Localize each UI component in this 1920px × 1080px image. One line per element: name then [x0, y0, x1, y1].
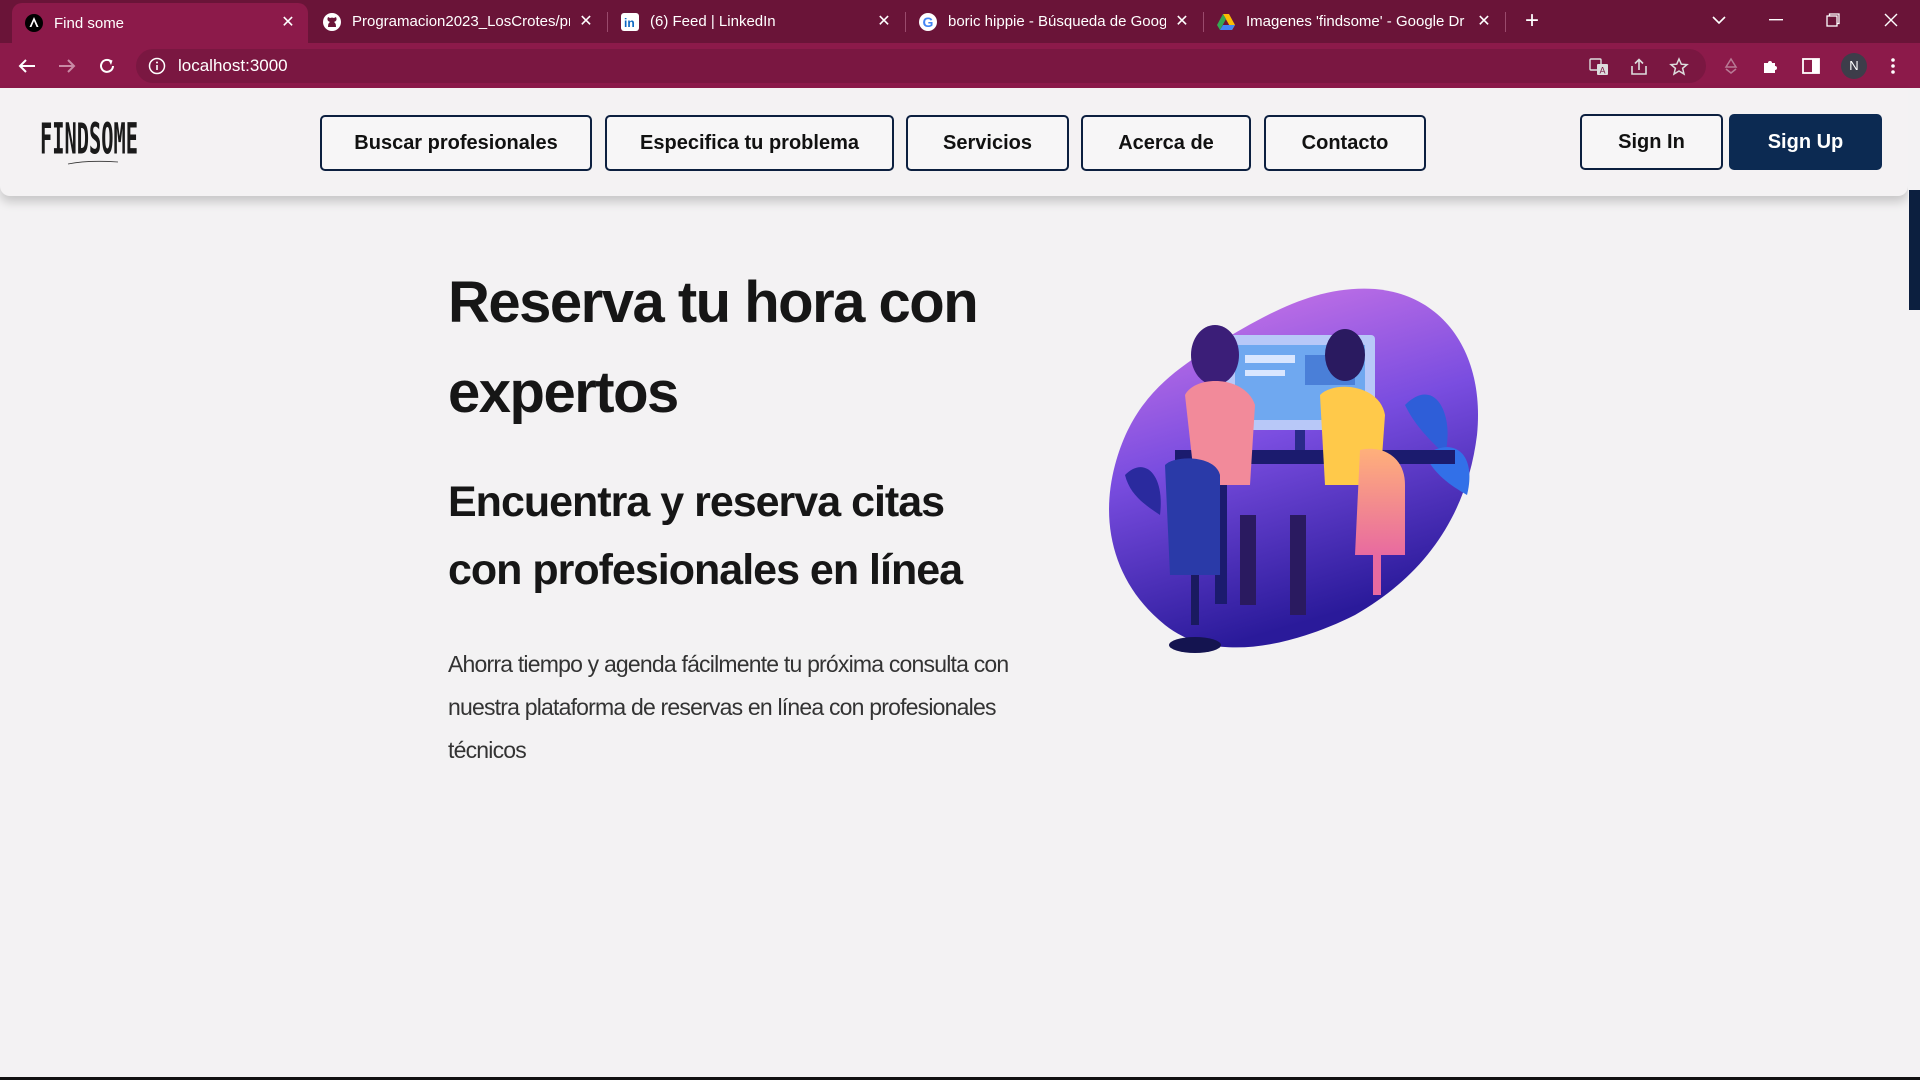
sign-in-button[interactable]: Sign In — [1580, 114, 1723, 170]
tab-search-chevron-icon[interactable] — [1690, 0, 1748, 40]
tab-title: Programacion2023_LosCrotes/pr — [352, 13, 570, 30]
extensions-puzzle-icon[interactable] — [1756, 51, 1786, 81]
close-tab-icon[interactable]: ✕ — [280, 15, 296, 31]
new-tab-button[interactable]: + — [1518, 8, 1546, 36]
site-header: FINDSOME Buscar profesionales Especifica… — [0, 88, 1908, 196]
menu-kebab-icon[interactable] — [1878, 51, 1908, 81]
extension-recycle-icon[interactable] — [1716, 51, 1746, 81]
close-tab-icon[interactable]: ✕ — [876, 13, 892, 30]
scrollbar-thumb[interactable] — [1909, 190, 1920, 310]
sign-up-button[interactable]: Sign Up — [1729, 114, 1882, 170]
side-panel-icon[interactable] — [1796, 51, 1826, 81]
close-tab-icon[interactable]: ✕ — [1174, 13, 1190, 30]
site-info-icon[interactable] — [148, 57, 166, 75]
forward-button[interactable] — [52, 51, 82, 81]
browser-tab-google-search[interactable]: G boric hippie - Búsqueda de Goog ✕ — [906, 0, 1202, 43]
bookmark-star-icon[interactable] — [1668, 56, 1690, 78]
linkedin-icon: in — [620, 12, 640, 32]
nav-servicios[interactable]: Servicios — [906, 115, 1069, 171]
nav-buscar-profesionales[interactable]: Buscar profesionales — [320, 115, 592, 171]
close-tab-icon[interactable]: ✕ — [578, 13, 594, 30]
angular-icon — [24, 13, 44, 33]
hero-illustration — [1105, 285, 1485, 665]
minimize-window-button[interactable] — [1747, 0, 1805, 40]
restore-window-button[interactable] — [1804, 0, 1862, 40]
google-icon: G — [918, 12, 938, 32]
close-window-button[interactable] — [1862, 0, 1920, 40]
tab-title: Imagenes 'findsome' - Google Dr — [1246, 13, 1465, 30]
url-text: localhost:3000 — [178, 56, 288, 75]
browser-tab-google-drive[interactable]: Imagenes 'findsome' - Google Dr ✕ — [1204, 0, 1504, 43]
tab-title: boric hippie - Búsqueda de Goog — [948, 13, 1166, 30]
hero-subtitle: Encuentra y reserva citas con profesiona… — [448, 478, 963, 594]
profile-avatar[interactable]: N — [1841, 53, 1867, 79]
browser-tab-github[interactable]: Programacion2023_LosCrotes/pr ✕ — [310, 0, 606, 43]
hero-title: Reserva tu hora con expertos — [448, 270, 979, 425]
nav-contacto[interactable]: Contacto — [1264, 115, 1426, 171]
tab-separator — [1505, 12, 1506, 32]
browser-tab-strip: Find some ✕ Programacion2023_LosCrotes/p… — [0, 0, 1920, 43]
translate-icon[interactable]: A — [1588, 56, 1610, 78]
svg-text:G: G — [923, 14, 934, 30]
back-button[interactable] — [12, 51, 42, 81]
github-icon — [322, 12, 342, 32]
browser-tab-linkedin[interactable]: in (6) Feed | LinkedIn ✕ — [608, 0, 904, 43]
close-tab-icon[interactable]: ✕ — [1476, 13, 1492, 30]
google-drive-icon — [1216, 12, 1236, 32]
svg-text:A: A — [1600, 66, 1606, 76]
share-icon[interactable] — [1628, 56, 1650, 78]
nav-especifica-tu-problema[interactable]: Especifica tu problema — [605, 115, 894, 171]
findsome-logo[interactable]: FINDSOME — [38, 110, 143, 172]
tab-title: Find some — [54, 14, 125, 32]
tab-title: (6) Feed | LinkedIn — [650, 13, 776, 30]
browser-toolbar: localhost:3000 A N — [0, 43, 1920, 88]
svg-text:in: in — [624, 16, 635, 30]
hero-description: Ahorra tiempo y agenda fácilmente tu pró… — [448, 651, 1009, 763]
svg-text:FINDSOME: FINDSOME — [40, 115, 138, 165]
reload-icon[interactable] — [92, 51, 122, 81]
nav-acerca-de[interactable]: Acerca de — [1081, 115, 1251, 171]
address-bar[interactable]: localhost:3000 A — [136, 49, 1706, 83]
browser-tab-findsome[interactable]: Find some ✕ — [12, 3, 308, 43]
